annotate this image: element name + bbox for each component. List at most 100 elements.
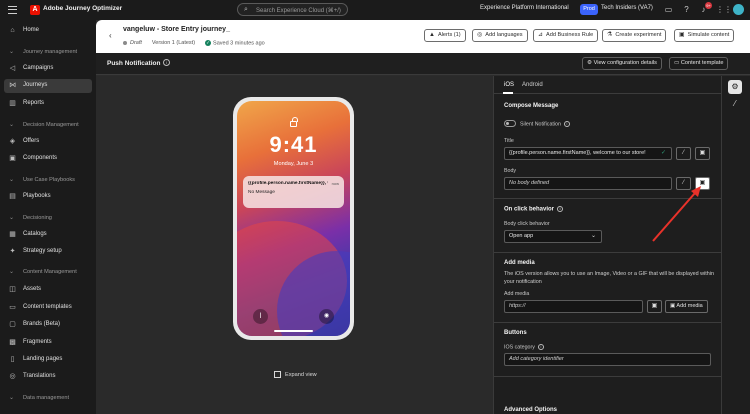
- search-input[interactable]: ⌕ Search Experience Cloud (⌘+/): [237, 3, 348, 16]
- env-badge[interactable]: Prod: [580, 4, 598, 15]
- nav-section-decisioning[interactable]: ⌄ Decisioning: [0, 212, 96, 224]
- personalization-wand-button[interactable]: ⁄: [676, 147, 691, 160]
- nav-section-journey-management[interactable]: ⌄ Journey management: [0, 46, 96, 58]
- title-field[interactable]: {{profile.person.name.firstName}}, welco…: [504, 147, 672, 160]
- nav-journeys[interactable]: ⋈ Journeys: [4, 79, 92, 93]
- menu-icon[interactable]: [8, 6, 17, 14]
- preview-icon: ▣: [679, 32, 685, 38]
- add-media-label: Add media: [504, 291, 530, 297]
- nav-section-decision-management[interactable]: ⌄ Decision Management: [0, 119, 96, 131]
- editor-subheader: Push Notification i ⚙ View configuration…: [96, 53, 750, 75]
- ios-category-field[interactable]: Add category identifier: [504, 353, 711, 366]
- silent-notification-toggle[interactable]: [504, 120, 516, 127]
- open-editor-button[interactable]: ▣: [695, 147, 710, 160]
- nav-playbooks[interactable]: ▤ Playbooks: [0, 190, 96, 204]
- nav-section-data-management[interactable]: ⌄ Data management: [0, 392, 96, 404]
- info-icon[interactable]: i: [557, 206, 564, 212]
- tab-ios[interactable]: iOS: [504, 82, 514, 88]
- camera-icon: ◉: [319, 309, 334, 324]
- nav-landing-pages[interactable]: ▯ Landing pages: [0, 353, 96, 367]
- nav-fragments[interactable]: ▩ Fragments: [0, 336, 96, 350]
- divider: [494, 252, 721, 253]
- nav-translations[interactable]: ◎ Translations: [0, 370, 96, 384]
- nav-catalogs[interactable]: ▦ Catalogs: [0, 228, 96, 242]
- lock-screen-time: 9:41: [269, 132, 318, 157]
- check-icon: ✓: [660, 150, 666, 156]
- chat-icon[interactable]: ▭: [663, 4, 674, 15]
- add-media-button[interactable]: ▣ Add media: [665, 300, 708, 313]
- add-business-rule-button[interactable]: ⊿ Add Business Rule: [533, 29, 599, 42]
- app-title[interactable]: Adobe Journey Optimizer: [43, 5, 122, 12]
- nav-home[interactable]: ⌂ Home: [0, 24, 96, 38]
- nav-label: Brands (Beta): [23, 321, 61, 327]
- media-picker-button[interactable]: ▣: [647, 300, 662, 313]
- magic-wand-icon[interactable]: ⁄: [728, 97, 742, 111]
- journey-header: ‹ vangeluw - Store Entry journey_ Draft V…: [96, 20, 750, 53]
- nav-section-content-management[interactable]: ⌄ Content Management: [0, 266, 96, 278]
- version-label: Version 1 (Latest): [151, 40, 196, 47]
- nav-offers[interactable]: ◈ Offers: [0, 135, 96, 149]
- nav-label: Fragments: [23, 339, 52, 345]
- nav-reports[interactable]: ▥ Reports: [0, 97, 96, 111]
- title-label: Title: [504, 138, 514, 144]
- journey-icon: ⋈: [9, 82, 16, 89]
- section-on-click-behavior: On click behavior i: [504, 206, 564, 213]
- tab-indicator: [503, 92, 513, 94]
- nav-assets[interactable]: ◫ Assets: [0, 283, 96, 297]
- nav-section-label: Decisioning: [23, 215, 52, 221]
- nav-content-templates[interactable]: ▭ Content templates: [0, 301, 96, 315]
- section-advanced-options[interactable]: Advanced Options: [504, 407, 557, 413]
- settings-gear-icon[interactable]: ⚙: [728, 80, 742, 94]
- right-rail: ⚙ ⁄: [721, 76, 750, 414]
- adobe-logo-icon: A: [30, 5, 40, 15]
- nav-components[interactable]: ▣ Components: [0, 152, 96, 166]
- back-arrow-icon[interactable]: ‹: [109, 31, 112, 40]
- simulate-content-button[interactable]: ▣ Simulate content: [674, 29, 735, 42]
- apps-grid-icon[interactable]: ⋮⋮: [716, 4, 732, 15]
- chevron-down-icon: ⌄: [9, 49, 15, 55]
- avatar[interactable]: [733, 4, 744, 15]
- nav-strategy-setup[interactable]: ✦ Strategy setup: [0, 245, 96, 259]
- nav-campaigns[interactable]: ◁ Campaigns: [0, 62, 96, 76]
- notification-count-badge: 9+: [705, 2, 712, 9]
- status-dot-icon: [123, 41, 127, 45]
- chevron-down-icon: ⌄: [9, 177, 15, 183]
- nav-section-use-case-playbooks[interactable]: ⌄ Use Case Playbooks: [0, 174, 96, 186]
- select-value: Open app: [509, 233, 534, 239]
- components-icon: ▣: [9, 155, 16, 162]
- template-icon: ▭: [9, 304, 16, 311]
- chevron-down-icon: ⌄: [9, 395, 15, 401]
- button-label: Content template: [680, 60, 724, 66]
- sandbox-switcher[interactable]: Tech Insiders (VA7): [601, 5, 653, 11]
- expand-view-button[interactable]: Expand view: [274, 371, 317, 378]
- notification-title: {{profile.person.name.firstName}}, we...: [248, 181, 328, 186]
- info-icon[interactable]: i: [563, 121, 570, 127]
- platform-tabs: iOS Android: [494, 76, 721, 94]
- tab-android[interactable]: Android: [522, 82, 543, 88]
- button-label: Create experiment: [615, 32, 662, 38]
- info-icon[interactable]: i: [537, 344, 544, 350]
- magic-wand-icon: ⁄: [682, 180, 684, 186]
- add-languages-button[interactable]: ◎ Add languages: [472, 29, 528, 42]
- org-switcher[interactable]: Experience Platform International: [480, 5, 569, 11]
- beaker-icon: ⚗: [607, 32, 613, 38]
- divider: [494, 322, 721, 323]
- nav-label: Strategy setup: [23, 248, 62, 254]
- nav-brands[interactable]: ▢ Brands (Beta): [0, 318, 96, 332]
- body-click-behavior-select[interactable]: Open app ⌄: [504, 230, 602, 243]
- info-icon[interactable]: i: [163, 59, 170, 66]
- view-configuration-button[interactable]: ⚙ View configuration details: [582, 57, 662, 70]
- content-template-button[interactable]: ▭ Content template: [669, 57, 729, 70]
- button-label: Alerts (1): [437, 32, 461, 38]
- alerts-button[interactable]: ▲ Alerts (1): [424, 29, 466, 42]
- body-field[interactable]: No body defined: [504, 177, 672, 190]
- personalization-wand-button[interactable]: ⁄: [676, 177, 691, 190]
- properties-panel: iOS Android Compose Message Silent Notif…: [493, 76, 721, 414]
- help-icon[interactable]: ?: [681, 4, 692, 15]
- create-experiment-button[interactable]: ⚗ Create experiment: [602, 29, 667, 42]
- nav-section-label: Use Case Playbooks: [23, 177, 75, 183]
- nav-label: Home: [23, 27, 40, 33]
- left-nav: ⌂ Home ⌄ Journey management ◁ Campaigns ⋈ Jo…: [0, 20, 96, 414]
- add-media-url-field[interactable]: https://: [504, 300, 643, 313]
- body-open-editor-button[interactable]: ▣: [695, 177, 710, 190]
